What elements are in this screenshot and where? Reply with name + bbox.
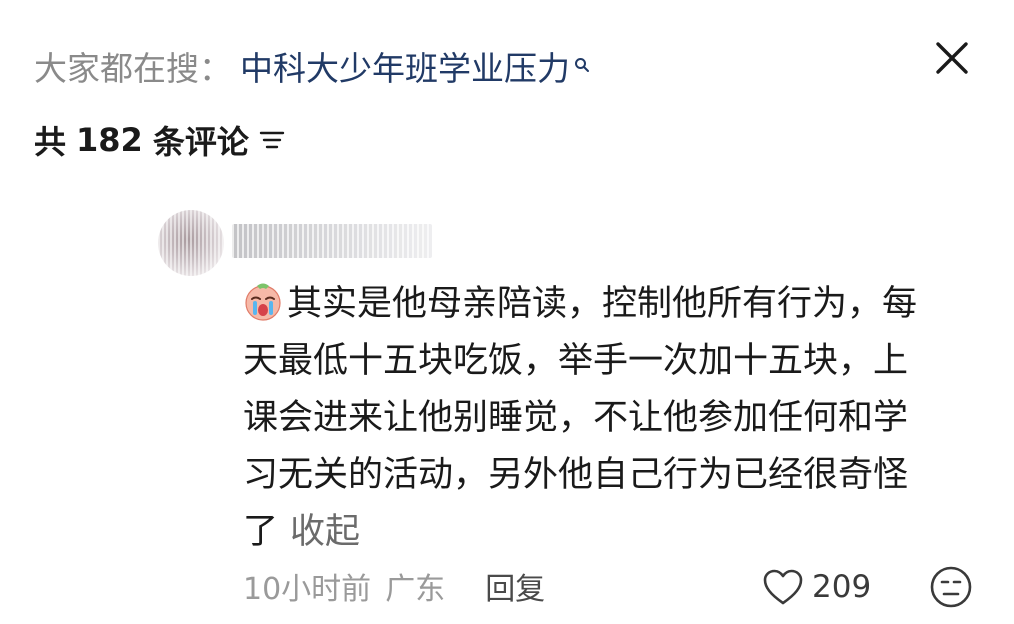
comment-line-1: 其实是他母亲陪读，控制他所有行为，每 (287, 284, 918, 324)
comment-count: 182 (76, 121, 143, 159)
comment-sheet: 大家都在搜： 中科大少年班学业压力 共 182 条评论 其实是他母亲陪读，控制他… (0, 0, 1014, 624)
comment-body: 其实是他母亲陪读，控制他所有行为，每 天最低十五块吃饭，举手一次加十五块，上 课… (243, 276, 963, 561)
trending-search-term[interactable]: 中科大少年班学业压力 (240, 42, 570, 90)
collapse-link[interactable]: 收起 (290, 512, 360, 552)
avatar[interactable] (158, 210, 224, 276)
reply-button[interactable]: 回复 (485, 564, 545, 608)
close-icon[interactable] (930, 36, 974, 80)
username-blurred[interactable] (232, 224, 432, 258)
comment-time: 10小时前 (243, 572, 372, 607)
comment-line-4: 习无关的活动，另外他自己行为已经很奇怪 (243, 455, 909, 495)
unhappy-face-icon[interactable] (928, 564, 974, 610)
comment-meta: 10小时前 广东 回复 (243, 562, 545, 610)
comment-line-5: 了 (243, 512, 279, 552)
search-icon[interactable] (574, 42, 590, 72)
crying-face-emoji-icon (245, 283, 281, 321)
sort-filter-icon[interactable] (259, 129, 285, 151)
trending-search-bar[interactable]: 大家都在搜： 中科大少年班学业压力 (34, 40, 590, 92)
comment-count-prefix: 共 (34, 123, 67, 161)
comment-count-suffix: 条评论 (152, 123, 249, 161)
comment-line-3: 课会进来让他别睡觉，不让他参加任何和学 (243, 398, 909, 438)
heart-outline-icon[interactable] (762, 568, 804, 606)
like-count: 209 (812, 569, 872, 605)
trending-search-prefix: 大家都在搜： (34, 49, 232, 88)
comment-count-header: 共 182 条评论 (34, 117, 285, 163)
comment-line-2: 天最低十五块吃饭，举手一次加十五块，上 (243, 341, 909, 381)
like-button[interactable]: 209 (762, 564, 871, 610)
comment-region: 广东 (385, 572, 446, 607)
